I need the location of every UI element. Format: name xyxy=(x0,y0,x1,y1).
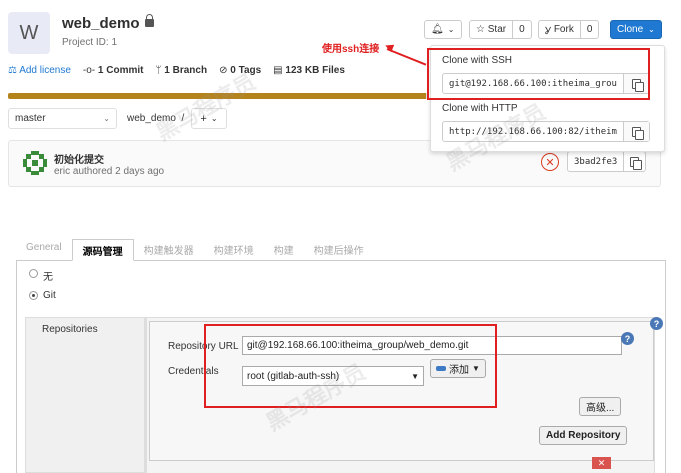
scm-git-label[interactable]: Git xyxy=(43,290,56,301)
repository-language-fill xyxy=(8,93,426,99)
help-icon[interactable]: ? xyxy=(621,332,634,345)
breadcrumb-root[interactable]: web_demo xyxy=(127,113,176,124)
tab-source-code-management[interactable]: 源码管理 xyxy=(71,239,134,261)
clone-label: Clone xyxy=(617,24,644,35)
scm-git-radio[interactable] xyxy=(29,291,38,300)
commit-sha-value[interactable]: 3bad2fe3 xyxy=(568,157,623,167)
gitlab-project-panel: W web_demo Project ID: 1 🔔︎ ⌄ ☆ Star 0 Ỿ … xyxy=(0,0,681,200)
copy-http-button[interactable] xyxy=(623,122,649,141)
tab-general[interactable]: General xyxy=(16,239,72,260)
bell-icon: 🔔︎ xyxy=(431,24,444,35)
commit-icon: -o- xyxy=(82,65,96,76)
plus-icon: + xyxy=(200,112,207,125)
tab-build-triggers[interactable]: 构建触发器 xyxy=(134,239,204,260)
tab-build-environment[interactable]: 构建环境 xyxy=(204,239,264,260)
scm-none-label[interactable]: 无 xyxy=(43,268,53,283)
repositories-label: Repositories xyxy=(42,324,98,335)
star-button[interactable]: ☆ Star 0 xyxy=(469,20,532,39)
fork-icon: Ỿ xyxy=(545,25,552,37)
add-repository-button[interactable]: Add Repository xyxy=(539,426,628,445)
config-tabs: General 源码管理 构建触发器 构建环境 构建 构建后操作 xyxy=(16,239,666,261)
clone-button[interactable]: Clone ⌄ xyxy=(610,20,662,39)
tags-link[interactable]: ⊘ 0 Tags xyxy=(219,65,261,76)
pipeline-failed-icon[interactable]: ✕ xyxy=(541,153,559,171)
branch-icon: ᛘ xyxy=(155,65,162,76)
chevron-down-icon: ⌄ xyxy=(210,114,218,123)
clone-http-url[interactable]: http://192.168.66.100:82/itheim xyxy=(443,122,623,141)
help-icon[interactable]: ? xyxy=(650,317,663,330)
branches-link[interactable]: ᛘ 1 Branch xyxy=(155,65,207,76)
copy-icon xyxy=(632,126,644,140)
branch-select[interactable]: master ⌄ xyxy=(8,108,117,129)
add-license-link[interactable]: ⚖ Add license xyxy=(8,65,71,76)
fork-count[interactable]: 0 xyxy=(579,21,599,38)
repository-language-bar xyxy=(8,93,428,99)
delete-repository-button[interactable]: ✕ xyxy=(592,457,611,469)
commits-link[interactable]: -o- 1 Commit xyxy=(83,65,144,76)
tab-post-build[interactable]: 构建后操作 xyxy=(304,239,374,260)
lock-icon xyxy=(144,14,154,27)
user-avatar xyxy=(23,151,47,175)
annotation-arrow xyxy=(386,48,427,66)
project-id: Project ID: 1 xyxy=(62,37,118,48)
tag-icon: ⊘ xyxy=(219,65,228,76)
project-name[interactable]: web_demo xyxy=(62,15,140,32)
star-count[interactable]: 0 xyxy=(512,21,531,38)
chevron-down-icon: ⌄ xyxy=(103,114,110,123)
files-link[interactable]: ▤ 123 KB Files xyxy=(273,65,345,76)
chevron-down-icon: ⌄ xyxy=(648,25,655,34)
clone-http-label: Clone with HTTP xyxy=(442,103,518,114)
repository-highlight-box xyxy=(204,324,497,408)
scm-none-radio[interactable] xyxy=(29,269,38,278)
ssh-annotation: 使用ssh连接 xyxy=(322,44,380,55)
project-stats: ⚖ Add license -o- 1 Commit ᛘ 1 Branch ⊘ … xyxy=(8,65,345,76)
copy-sha-button[interactable] xyxy=(623,152,645,171)
breadcrumb[interactable]: web_demo / xyxy=(127,113,184,124)
fork-label: Fork xyxy=(553,24,574,35)
add-file-button[interactable]: + ⌄ xyxy=(191,108,227,129)
notification-button[interactable]: 🔔︎ ⌄ xyxy=(424,20,462,39)
file-icon: ▤ xyxy=(273,65,283,76)
commit-title[interactable]: 初始化提交 xyxy=(54,151,104,166)
scale-icon: ⚖ xyxy=(8,65,17,76)
fork-button[interactable]: Ỿ Fork 0 xyxy=(538,20,600,39)
ssh-highlight-box xyxy=(427,48,650,100)
copy-icon xyxy=(630,156,643,170)
chevron-down-icon: ⌄ xyxy=(447,25,455,34)
star-label: Star xyxy=(487,24,507,35)
breadcrumb-separator: / xyxy=(181,113,185,124)
commit-sha[interactable]: 3bad2fe3 xyxy=(567,151,647,172)
advanced-button[interactable]: 高级... xyxy=(579,397,622,416)
project-title[interactable]: web_demo xyxy=(62,14,154,32)
star-icon: ☆ xyxy=(476,24,485,35)
clone-http-field[interactable]: http://192.168.66.100:82/itheim xyxy=(442,121,650,142)
tab-build[interactable]: 构建 xyxy=(264,239,304,260)
commit-meta: eric authored 2 days ago xyxy=(54,166,165,177)
project-avatar: W xyxy=(8,12,50,54)
branch-select-value: master xyxy=(15,113,46,124)
